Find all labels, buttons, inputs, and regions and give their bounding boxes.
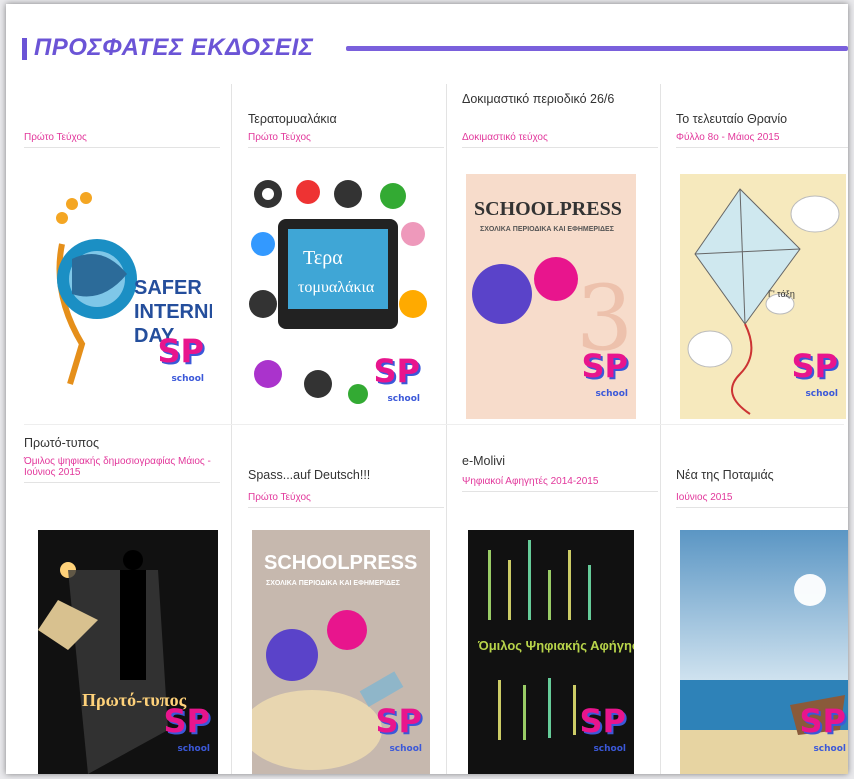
publication-card[interactable]: Το τελευταίο Θρανίο Φύλλο 8ο - Μάιος 201… [676,84,848,424]
svg-text:INTERNET: INTERNET [134,301,212,323]
card-title[interactable]: Νέα της Ποταμιάς [676,468,848,482]
cover-image[interactable]: Πρωτό-τυπος SP school [38,530,218,774]
cover-image[interactable]: Γ' τάξη SP school [680,174,846,419]
card-title[interactable]: Τερατομυαλάκια [248,112,444,126]
sp-badge: SP school [799,702,847,754]
publication-card[interactable]: e-Molivi Ψηφιακοί Αφηγητές 2014-2015 Όμι… [462,434,658,774]
section-title: ΠΡΟΣΦΑΤΕΣ ΕΚΔΟΣΕΙΣ [34,34,314,61]
sp-badge: SP school [157,332,205,384]
card-meta: Πρώτο Τεύχος [248,132,444,148]
cover-image[interactable]: SCHOOLPRESS ΣΧΟΛΙΚΑ ΠΕΡΙΟΔΙΚΑ ΚΑΙ ΕΦΗΜΕΡ… [252,530,430,774]
card-meta: Φύλλο 8ο - Μάιος 2015 [676,132,848,148]
cover-heading: SCHOOLPRESS [474,198,622,220]
card-title[interactable]: Spass...auf Deutsch!!! [248,468,444,482]
cover-heading: Γ' τάξη [768,289,795,299]
sp-badge: SP school [375,702,423,754]
cover-image[interactable]: SP school [680,530,848,774]
card-title[interactable]: Πρωτό-τυπος [24,436,220,450]
sp-badge: SP school [163,702,211,754]
card-meta: Ιούνιος 2015 [676,492,848,508]
publication-card[interactable]: Δοκιμαστικό περιοδικό 26/6 Δοκιμαστικό τ… [462,84,658,424]
cover-image[interactable]: SAFER INTERNET DAY SPschool [42,184,212,404]
card-title[interactable]: e-Molivi [462,454,658,468]
column-divider [446,84,447,774]
card-meta: Πρώτο Τεύχος [248,492,444,508]
page-frame: ΠΡΟΣΦΑΤΕΣ ΕΚΔΟΣΕΙΣ Πρώτο Τεύχος SAFER IN… [6,4,848,774]
cover-subheading: ΣΧΟΛΙΚΑ ΠΕΡΙΟΔΙΚΑ ΚΑΙ ΕΦΗΜΕΡΙΔΕΣ [480,226,614,233]
card-title[interactable]: Το τελευταίο Θρανίο [676,112,848,126]
publication-card[interactable]: Τερατομυαλάκια Πρώτο Τεύχος Τερα τομυαλά… [248,84,444,424]
cover-heading: Όμιλος Ψηφιακής Αφήγησης [478,638,634,653]
publication-card[interactable]: Spass...auf Deutsch!!! Πρώτο Τεύχος SCHO… [248,434,444,774]
row-divider [24,424,844,425]
svg-text:Τερα: Τερα [303,247,343,269]
svg-text:SAFER: SAFER [134,277,202,299]
card-meta: Δοκιμαστικό τεύχος [462,132,658,148]
section-header: ΠΡΟΣΦΑΤΕΣ ΕΚΔΟΣΕΙΣ [16,32,848,62]
column-divider [660,84,661,774]
cover-heading: SCHOOLPRESS [264,552,418,574]
publication-card[interactable]: Νέα της Ποταμιάς Ιούνιος 2015 SP school [676,434,848,774]
sp-badge: SP school [579,702,627,754]
card-title[interactable]: Δοκιμαστικό περιοδικό 26/6 [462,92,658,106]
card-meta: Ψηφιακοί Αφηγητές 2014-2015 [462,476,658,492]
header-accent-bar [22,38,27,60]
cover-image[interactable]: Τερα τομυαλάκια SP school [248,174,428,424]
cover-subheading: ΣΧΟΛΙΚΑ ΠΕΡΙΟΔΙΚΑ ΚΑΙ ΕΦΗΜΕΡΙΔΕΣ [266,580,400,587]
header-rule [346,46,848,51]
publication-card[interactable]: Πρώτο Τεύχος SAFER INTERNET DAY SPschool [24,84,220,424]
cover-image[interactable]: 3 SCHOOLPRESS ΣΧΟΛΙΚΑ ΠΕΡΙΟΔΙΚΑ ΚΑΙ ΕΦΗΜ… [466,174,636,419]
sp-badge: SP school [581,347,629,399]
card-meta: Πρώτο Τεύχος [24,132,220,148]
publication-card[interactable]: Πρωτό-τυπος Όμιλος ψηφιακής δημοσιογραφί… [24,434,220,774]
cover-image[interactable]: Όμιλος Ψηφιακής Αφήγησης SPschool [468,530,634,774]
sp-badge: SP school [373,352,421,404]
svg-text:τομυαλάκια: τομυαλάκια [298,279,375,296]
column-divider [231,84,232,774]
sp-badge: SP school [791,347,839,399]
publications-grid: Πρώτο Τεύχος SAFER INTERNET DAY SPschool [24,84,848,774]
card-meta: Όμιλος ψηφιακής δημοσιογραφίας Μάιος - Ι… [24,456,220,483]
